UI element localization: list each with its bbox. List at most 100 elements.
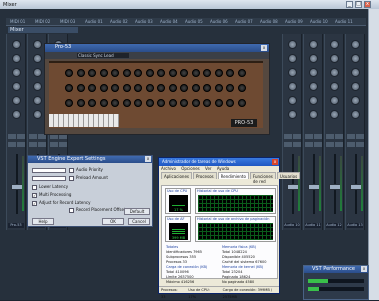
tab-procesos[interactable]: Procesos xyxy=(193,172,217,179)
minimize-button[interactable]: _ xyxy=(346,1,353,8)
channel-knob[interactable] xyxy=(330,40,339,49)
channel-knob[interactable] xyxy=(12,54,21,63)
channel-header-label[interactable]: MIDI 02 xyxy=(35,19,50,24)
channel-button[interactable] xyxy=(293,134,301,139)
channel-knob[interactable] xyxy=(309,96,318,105)
channel-button[interactable] xyxy=(8,142,16,147)
synth-knob[interactable] xyxy=(122,84,131,92)
channel-button[interactable] xyxy=(17,142,25,147)
channel-knob[interactable] xyxy=(351,40,360,49)
synth-knob[interactable] xyxy=(111,69,119,77)
checkbox[interactable] xyxy=(69,167,74,173)
channel-header-label[interactable]: MIDI 03 xyxy=(60,19,75,24)
channel-button[interactable] xyxy=(305,142,313,147)
synth-knob[interactable] xyxy=(145,99,154,107)
tab-usuarios[interactable]: Usuarios xyxy=(276,172,301,179)
tab-rendimiento[interactable]: Rendimiento xyxy=(217,172,249,179)
tab-aplicaciones[interactable]: Aplicaciones xyxy=(161,172,192,179)
synth-titlebar[interactable]: Pro-53 x xyxy=(45,44,269,52)
channel-knob[interactable] xyxy=(351,68,360,77)
synth-knob[interactable] xyxy=(180,84,188,92)
menu-ver[interactable]: Ver xyxy=(205,166,212,171)
channel-header-label[interactable]: Audio 11 xyxy=(335,19,353,24)
synth-knob[interactable] xyxy=(226,69,234,77)
synth-knob[interactable] xyxy=(214,84,223,92)
channel-header-label[interactable]: Audio 06 xyxy=(210,19,228,24)
channel-header-label[interactable]: Audio 10 xyxy=(310,19,328,24)
synth-knob[interactable] xyxy=(88,99,96,107)
synth-knob[interactable] xyxy=(191,69,200,77)
vst-settings-close-button[interactable]: x xyxy=(145,156,151,162)
channel-knob[interactable] xyxy=(330,110,339,119)
synth-knob[interactable] xyxy=(134,99,142,107)
synth-knob[interactable] xyxy=(122,69,131,77)
channel-knob[interactable] xyxy=(33,110,42,119)
checkbox[interactable]: ✓ xyxy=(32,200,37,206)
channel-button[interactable] xyxy=(335,142,343,147)
synth-knob[interactable] xyxy=(237,84,246,92)
channel-knob[interactable] xyxy=(288,54,297,63)
synth-knob[interactable] xyxy=(122,99,131,107)
channel-knob[interactable] xyxy=(330,82,339,91)
synth-knob[interactable] xyxy=(203,84,211,92)
synth-knob[interactable] xyxy=(88,84,96,92)
channel-header-label[interactable]: Audio 07 xyxy=(235,19,253,24)
synth-knob[interactable] xyxy=(76,69,85,77)
synth-knob[interactable] xyxy=(214,69,223,77)
channel-button[interactable] xyxy=(29,134,37,139)
channel-button[interactable] xyxy=(29,142,37,147)
channel-knob[interactable] xyxy=(288,82,297,91)
checkbox[interactable] xyxy=(69,207,74,213)
synth-knob[interactable] xyxy=(145,84,154,92)
channel-button[interactable] xyxy=(347,134,355,139)
channel-button[interactable] xyxy=(284,142,292,147)
channel-button[interactable] xyxy=(356,142,364,147)
channel-header-label[interactable]: Audio 01 xyxy=(85,19,103,24)
channel-knob[interactable] xyxy=(309,110,318,119)
channel-knob[interactable] xyxy=(288,96,297,105)
channel-button[interactable] xyxy=(314,134,322,139)
synth-knob[interactable] xyxy=(99,69,108,77)
channel-button[interactable] xyxy=(38,142,46,147)
channel-header-label[interactable]: Audio 09 xyxy=(285,19,303,24)
channel-button[interactable] xyxy=(314,142,322,147)
channel-knob[interactable] xyxy=(12,68,21,77)
channel-header-label[interactable]: Audio 04 xyxy=(160,19,178,24)
synth-knob[interactable] xyxy=(237,99,246,107)
synth-knob[interactable] xyxy=(111,99,119,107)
channel-button[interactable] xyxy=(59,142,67,147)
synth-knob[interactable] xyxy=(157,69,165,77)
channel-button[interactable] xyxy=(293,142,301,147)
channel-knob[interactable] xyxy=(12,110,21,119)
channel-knob[interactable] xyxy=(330,54,339,63)
channel-knob[interactable] xyxy=(309,54,318,63)
synth-knob[interactable] xyxy=(191,84,200,92)
synth-knob[interactable] xyxy=(65,99,73,107)
channel-knob[interactable] xyxy=(351,54,360,63)
tab-funciones-de-red[interactable]: Funciones de red xyxy=(249,172,276,184)
channel-button[interactable] xyxy=(347,142,355,147)
channel-button[interactable] xyxy=(326,134,334,139)
channel-knob[interactable] xyxy=(309,68,318,77)
channel-header-label[interactable]: Audio 02 xyxy=(110,19,128,24)
synth-knob[interactable] xyxy=(88,69,96,77)
channel-knob[interactable] xyxy=(33,54,42,63)
channel-button[interactable] xyxy=(17,134,25,139)
vst-field-2[interactable] xyxy=(32,176,66,181)
synth-knob[interactable] xyxy=(65,69,73,77)
synth-knob[interactable] xyxy=(157,84,165,92)
channel-knob[interactable] xyxy=(288,68,297,77)
synth-knob[interactable] xyxy=(145,69,154,77)
menu-opciones[interactable]: Opciones xyxy=(181,166,200,171)
ok-button[interactable]: OK xyxy=(102,218,124,225)
channel-button[interactable] xyxy=(335,134,343,139)
channel-knob[interactable] xyxy=(330,96,339,105)
synth-knob[interactable] xyxy=(76,84,85,92)
synth-knob[interactable] xyxy=(191,99,200,107)
menu-ayuda[interactable]: Ayuda xyxy=(217,166,229,171)
synth-knob[interactable] xyxy=(65,84,73,92)
vst-field-1[interactable] xyxy=(32,168,66,173)
channel-knob[interactable] xyxy=(351,110,360,119)
channel-knob[interactable] xyxy=(33,40,42,49)
channel-knob[interactable] xyxy=(351,96,360,105)
